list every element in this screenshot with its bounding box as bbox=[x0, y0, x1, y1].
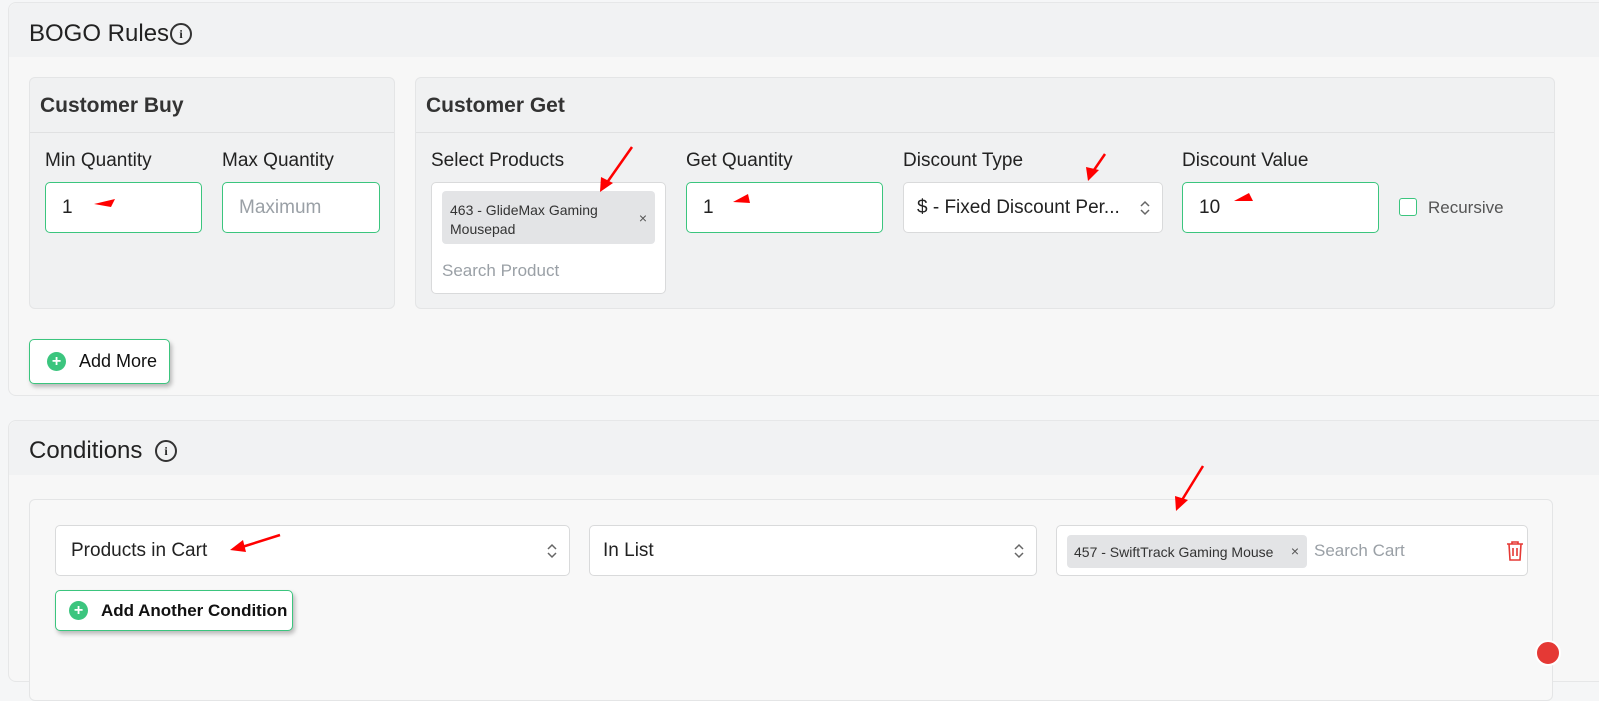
annotation-arrowhead bbox=[1086, 167, 1099, 181]
annotation-arrowhead bbox=[94, 199, 115, 207]
annotation-arrow bbox=[604, 146, 634, 185]
annotation-arrows bbox=[94, 146, 1253, 552]
annotation-arrow bbox=[1092, 153, 1107, 171]
annotation-arrowhead bbox=[230, 540, 246, 552]
annotation-arrow bbox=[1180, 465, 1205, 501]
annotation-arrowhead bbox=[600, 177, 613, 192]
annotation-arrowhead bbox=[1234, 193, 1253, 201]
annotation-arrowhead bbox=[1175, 496, 1188, 511]
annotation-arrowhead bbox=[733, 194, 750, 203]
annotation-arrow bbox=[241, 533, 281, 549]
